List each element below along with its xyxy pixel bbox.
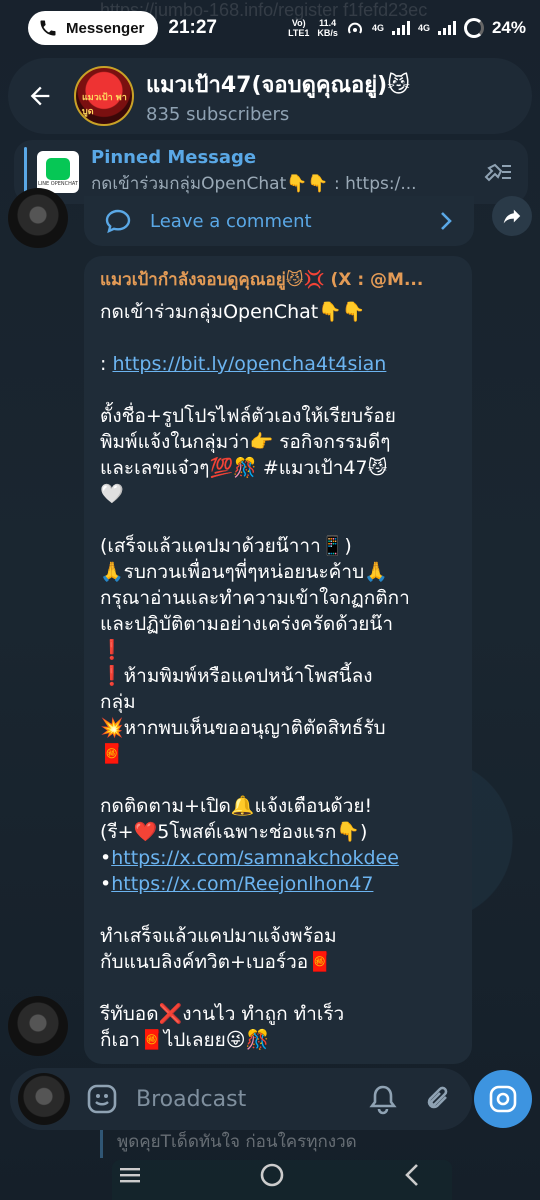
post-line: และเลขแจ๋วๆ💯🎊 #แมวเป้า47😼 xyxy=(100,457,388,479)
channel-post[interactable]: แมวเป้ากำลังจอบดูคุณอยู่😼💢 (X : @M... กด… xyxy=(84,256,472,1064)
system-nav-bar xyxy=(0,1150,540,1200)
post-line: (เสร็จแล้วแคปมาด้วยน๊าาา📱) xyxy=(100,535,352,557)
signal-icon-2 xyxy=(437,21,456,35)
post-line: 🤍 xyxy=(100,483,124,505)
share-button[interactable] xyxy=(492,196,532,236)
post-line: •https://x.com/samnakchokdee xyxy=(100,845,456,871)
line-openchat-thumbnail: LINE OPENCHAT xyxy=(37,151,79,193)
subscriber-count: 835 subscribers xyxy=(146,104,290,125)
channel-header[interactable]: แมวเป้า พาบูด แมวเป้า47(จอบดูคุณอยู่)😼 8… xyxy=(8,58,532,134)
post-line: พิมพ์แจ้งในกลุ่มว่า👉 รอกิจกรรมดีๆ xyxy=(100,431,391,453)
broadcast-input-bar[interactable]: Broadcast xyxy=(10,1068,472,1130)
channel-avatar[interactable]: แมวเป้า พาบูด xyxy=(74,66,134,126)
post-sender-avatar[interactable] xyxy=(8,996,68,1056)
post-line: ตั้งชื่อ+รูปโปรไฟล์ตัวเองให้เรียบร้อย xyxy=(100,405,396,427)
post-line xyxy=(100,507,456,533)
post-line: รีทับอด❌งานไว ทำถูก ทำเร็ว xyxy=(100,1003,345,1025)
bell-icon xyxy=(369,1085,397,1115)
post-line xyxy=(100,767,456,793)
leave-comment-button[interactable]: Leave a comment xyxy=(84,196,474,246)
post-line: กับแนบลิงค์ทวิต+เบอร์วอ🧧 xyxy=(100,951,332,973)
broadcast-input[interactable]: Broadcast xyxy=(136,1087,344,1112)
line-prefix: • xyxy=(100,847,112,869)
volte-indicator: Vo) LTE1 xyxy=(288,18,310,38)
post-line xyxy=(100,377,456,403)
network-type-2: 4G xyxy=(417,23,430,33)
signal-icon-1 xyxy=(391,21,410,35)
comment-bubble-icon xyxy=(105,209,131,234)
pill-label: Messenger xyxy=(66,19,145,37)
post-line: กดเข้าร่วมกลุ่มOpenChat👇👇 xyxy=(100,301,366,323)
back-nav-icon[interactable] xyxy=(402,1162,422,1188)
post-line: ❗ xyxy=(100,639,124,661)
line-prefix: : xyxy=(100,353,113,375)
post-line: กลุ่ม xyxy=(100,691,136,713)
battery-percent: 24% xyxy=(491,18,526,37)
avatar-logo-text: แมวเป้า พาบูด xyxy=(82,93,127,117)
net-speed: 11.4 KB/s xyxy=(317,18,338,38)
line-logo-icon xyxy=(46,157,70,180)
phone-icon xyxy=(40,20,56,36)
post-line: ก็เอา🧧ไปเลยย😜🎊 xyxy=(100,1029,270,1051)
camera-icon xyxy=(489,1085,517,1113)
pinned-preview: กดเข้าร่วมกลุ่มOpenChat👇👇 : https:/... xyxy=(91,174,417,194)
battery-icon xyxy=(463,18,484,38)
pin-list-icon[interactable] xyxy=(480,155,514,189)
post-line: กรุณาอ่านและทำความเข้าใจกฏกติกา xyxy=(100,587,410,609)
post-line: 🙏รบกวนเพื่อนๆพี่ๆหน่อยนะค้าบ🙏 xyxy=(100,561,388,583)
recents-icon[interactable] xyxy=(118,1165,142,1185)
post-line: (รี+❤️5โพสต์เฉพาะช่องแรก👇) xyxy=(100,821,368,843)
channel-title: แมวเป้า47(จอบดูคุณอยู่)😼 xyxy=(146,73,411,98)
camera-button[interactable] xyxy=(474,1070,532,1128)
post-line: 🧧 xyxy=(100,743,124,765)
net-speed-value: 11.4 xyxy=(319,18,337,28)
leave-comment-label: Leave a comment xyxy=(150,210,312,232)
previous-sender-avatar[interactable] xyxy=(8,188,68,248)
forwarded-from-name[interactable]: แมวเป้ากำลังจอบดูคุณอยู่😼💢 (X : @M... xyxy=(100,266,456,293)
attach-button[interactable] xyxy=(422,1082,456,1116)
post-link[interactable]: https://x.com/samnakchokdee xyxy=(111,847,399,869)
post-body: กดเข้าร่วมกลุ่มOpenChat👇👇: https://bit.l… xyxy=(100,299,456,1053)
hotspot-icon xyxy=(347,22,362,34)
post-line: และปฏิบัติตามอย่างเคร่งครัดด้วยน๊า xyxy=(100,613,394,635)
net-speed-unit: KB/s xyxy=(317,28,338,38)
sticker-icon[interactable] xyxy=(84,1081,120,1117)
post-link[interactable]: https://bit.ly/opencha4t4sian xyxy=(112,353,386,375)
send-as-avatar[interactable] xyxy=(18,1073,70,1125)
status-bar: Messenger 21:27 Vo) LTE1 11.4 KB/s 4G 4G… xyxy=(0,0,540,56)
notification-toggle-button[interactable] xyxy=(366,1082,400,1116)
post-line: กดติดตาม+เปิด🔔แจ้งเตือนด้วย! xyxy=(100,795,373,817)
post-line: ❗ห้ามพิมพ์หรือแคปหน้าโพสนี้ลง xyxy=(100,665,373,687)
clock: 21:27 xyxy=(168,17,217,38)
post-line xyxy=(100,975,456,1001)
post-line: •https://x.com/Reejonlhon47 xyxy=(100,871,456,897)
chevron-right-icon xyxy=(441,212,452,230)
pinned-message-bar[interactable]: LINE OPENCHAT Pinned Message กดเข้าร่วมก… xyxy=(14,140,528,204)
post-line: ทำเสร็จแล้วแคปมาแจ้งพร้อม xyxy=(100,925,337,947)
home-icon[interactable] xyxy=(259,1162,285,1188)
line-prefix: • xyxy=(100,873,112,895)
post-line xyxy=(100,325,456,351)
post-link[interactable]: https://x.com/Reejonlhon47 xyxy=(111,873,373,895)
post-line xyxy=(100,897,456,923)
network-type-1: 4G xyxy=(371,23,384,33)
paperclip-icon xyxy=(427,1086,448,1109)
thumb-caption: LINE OPENCHAT xyxy=(38,180,78,187)
share-arrow-icon xyxy=(503,209,521,224)
ongoing-call-pill[interactable]: Messenger xyxy=(28,11,159,45)
post-line: 💥หากพบเห็นขออนุญาติตัดสิทธ์รับ xyxy=(100,717,386,739)
pinned-title: Pinned Message xyxy=(91,147,257,168)
post-line: : https://bit.ly/opencha4t4sian xyxy=(100,351,456,377)
back-arrow-icon[interactable] xyxy=(20,76,60,116)
